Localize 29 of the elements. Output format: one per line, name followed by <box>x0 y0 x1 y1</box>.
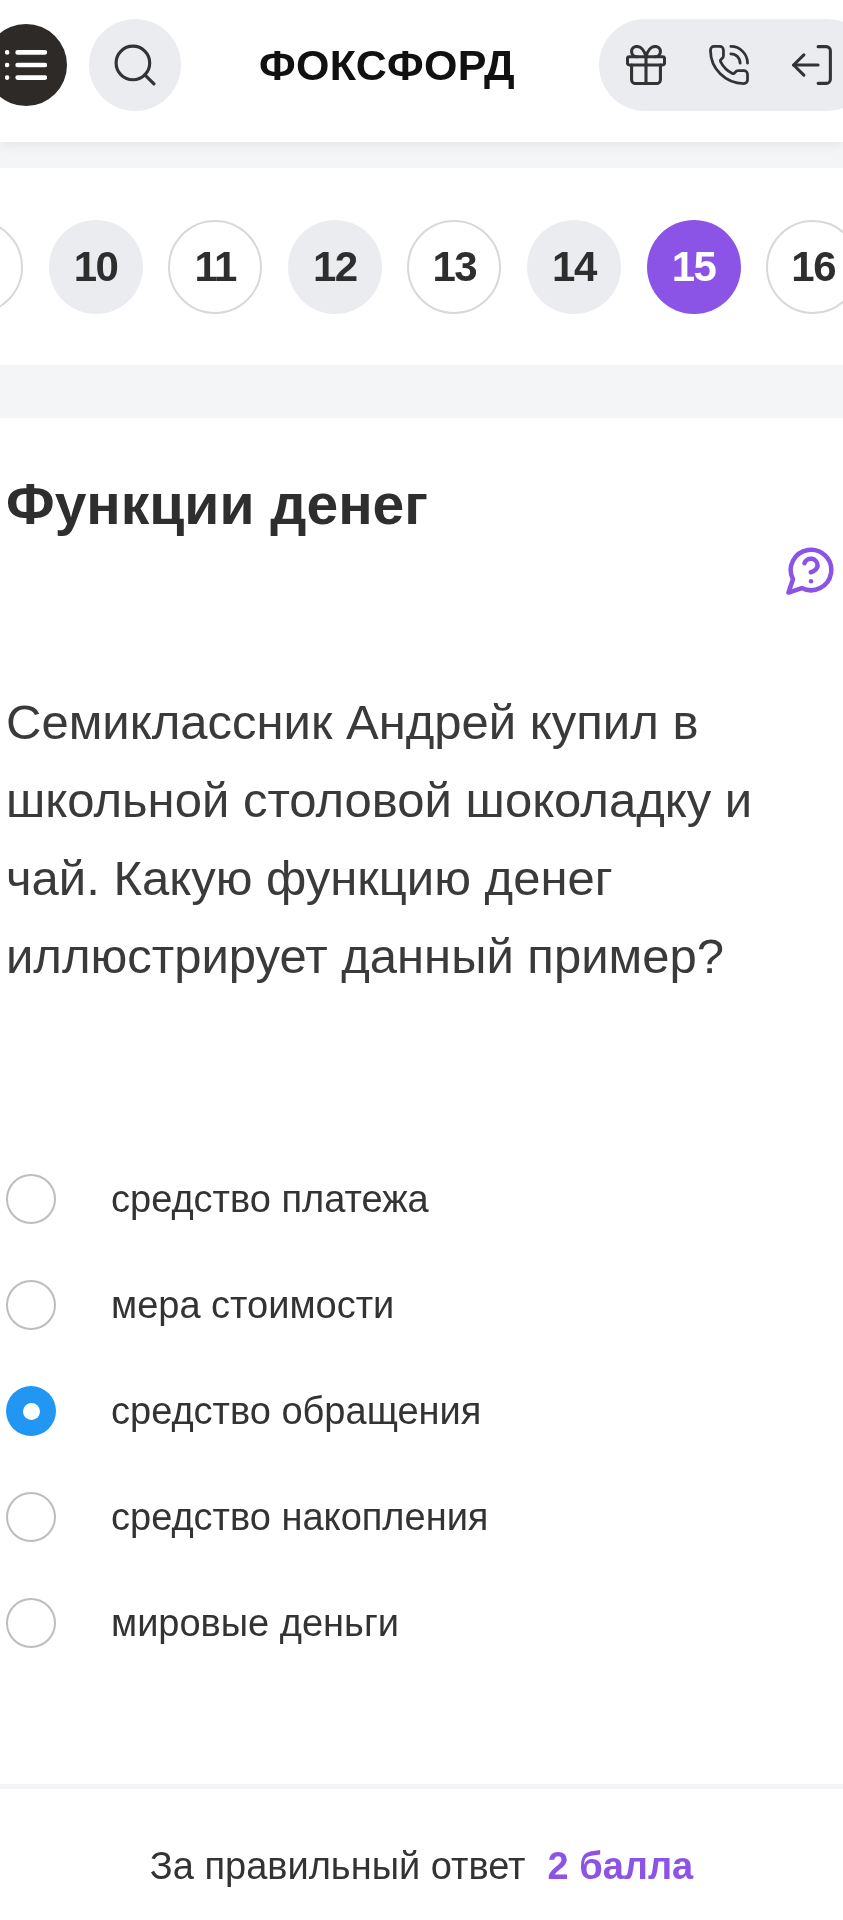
question-text: Семиклассник Андрей купил в школьной столовой шоколадку и чай. Какую функцию денег иллюстрирует данный пример? <box>6 694 754 985</box>
option-label[interactable]: мировые деньги <box>111 1600 399 1646</box>
exit-icon[interactable] <box>792 45 832 85</box>
option-label[interactable]: средство обращения <box>111 1388 482 1434</box>
option-label[interactable]: средство платежа <box>111 1176 429 1222</box>
question-number-button[interactable]: 14 <box>526 219 621 314</box>
points-value: 2 балла <box>547 1844 694 1889</box>
question-number-button[interactable]: 12 <box>287 219 382 314</box>
task-title: Функции денег <box>6 471 430 538</box>
radio-button[interactable] <box>6 1598 56 1648</box>
question-number-button[interactable]: 10 <box>48 219 143 314</box>
points-label: За правильный ответ <box>149 1844 526 1889</box>
phone-call-icon[interactable] <box>709 45 749 85</box>
question-number-button[interactable]: 16 <box>766 219 843 314</box>
radio-button[interactable] <box>6 1280 56 1330</box>
help-icon[interactable] <box>786 545 836 595</box>
menu-button[interactable] <box>0 24 67 106</box>
option-label[interactable]: мера стоимости <box>111 1282 395 1328</box>
option-label[interactable]: средство накопления <box>111 1494 489 1540</box>
radio-button[interactable] <box>6 1386 56 1436</box>
search-icon <box>114 44 156 86</box>
radio-button[interactable] <box>6 1492 56 1542</box>
question-number-button[interactable]: 13 <box>407 219 502 314</box>
question-number-button[interactable]: 11 <box>168 219 263 314</box>
logo[interactable]: ФОКСФОРД <box>259 40 516 90</box>
question-number-button[interactable]: 15 <box>646 219 741 314</box>
list-icon <box>5 48 47 82</box>
radio-button[interactable] <box>6 1174 56 1224</box>
gift-icon[interactable] <box>626 45 666 85</box>
